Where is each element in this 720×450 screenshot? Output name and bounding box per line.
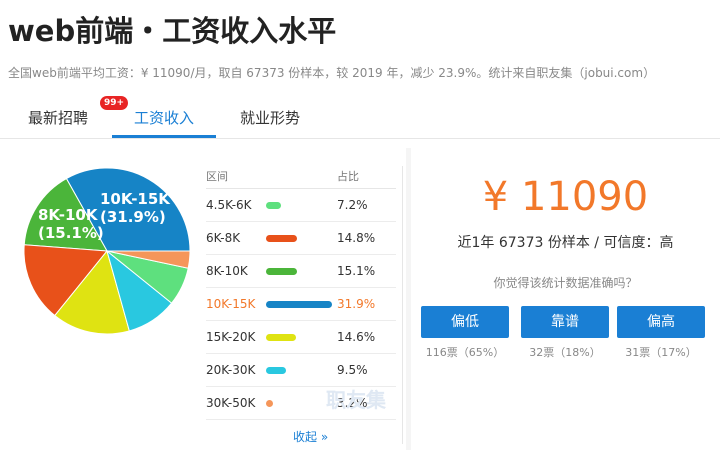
- table-header: 区间 占比: [206, 166, 396, 189]
- vote-low-count: 116票（65%）: [425, 346, 505, 359]
- row-bar: [266, 301, 332, 308]
- tab-bar: 最新招聘 99+ 工资收入 就业形势: [0, 96, 720, 139]
- row-percent: 31.9%: [337, 297, 376, 311]
- tab-label: 工资收入: [133, 109, 194, 127]
- row-range: 30K-50K: [206, 396, 256, 410]
- row-bar: [266, 202, 281, 209]
- vote-accurate-button[interactable]: 靠谱: [521, 306, 609, 338]
- row-bar: [266, 334, 296, 341]
- page-subtitle: 全国web前端平均工资：¥ 11090/月，取自 67373 份样本，较 201…: [8, 66, 656, 80]
- table-row: 6K-8K 14.8%: [206, 222, 396, 255]
- collapse-link[interactable]: 收起 »: [293, 428, 328, 445]
- table-row: 10K-15K 31.9%: [206, 288, 396, 321]
- vote-high-button[interactable]: 偏高: [617, 306, 705, 338]
- table-row: 15K-20K 14.6%: [206, 321, 396, 354]
- salary-panel: 10K-15K (31.9%) 8K-10K (15.1%) 区间 占比 4.5…: [6, 148, 720, 450]
- row-percent: 9.5%: [337, 363, 368, 377]
- distribution-card: 10K-15K (31.9%) 8K-10K (15.1%) 区间 占比 4.5…: [6, 148, 406, 450]
- accuracy-question: 你觉得该统计数据准确吗？: [493, 276, 638, 290]
- row-percent: 7.2%: [337, 198, 368, 212]
- divider: [402, 166, 403, 444]
- row-range: 8K-10K: [206, 264, 248, 278]
- header-range: 区间: [206, 170, 228, 183]
- row-bar: [266, 400, 273, 407]
- tab-latest-jobs[interactable]: 最新招聘 99+: [14, 96, 129, 138]
- row-percent: 14.8%: [337, 231, 376, 245]
- row-percent: 14.6%: [337, 330, 376, 344]
- row-range: 6K-8K: [206, 231, 241, 245]
- row-percent: 15.1%: [337, 264, 376, 278]
- vote-low-button[interactable]: 偏低: [421, 306, 509, 338]
- summary-card: ¥ 11090 近1年 67373 份样本 / 可信度：高 你觉得该统计数据准确…: [411, 148, 720, 450]
- tab-label: 就业形势: [239, 109, 300, 127]
- watermark: 职友集: [326, 388, 386, 412]
- table-row: 4.5K-6K 7.2%: [206, 189, 396, 222]
- tab-label: 最新招聘: [27, 109, 88, 127]
- distribution-table: 区间 占比 4.5K-6K 7.2% 6K-8K 14.8% 8K-10K 15.1% 10…: [206, 166, 396, 420]
- row-bar: [266, 367, 286, 374]
- tab-salary[interactable]: 工资收入: [112, 98, 216, 138]
- header-ratio: 占比: [337, 170, 359, 183]
- row-range: 4.5K-6K: [206, 198, 252, 212]
- row-bar: [266, 235, 297, 242]
- vote-high-count: 31票（17%）: [625, 346, 697, 359]
- sample-info: 近1年 67373 份样本 / 可信度：高: [457, 235, 674, 251]
- tab-employment[interactable]: 就业形势: [226, 98, 314, 138]
- pie-label-10k-15k: 10K-15K (31.9%): [100, 190, 170, 226]
- pie-label-8k-10k: 8K-10K (15.1%): [38, 206, 104, 242]
- page-title: web前端・工资收入水平: [8, 14, 337, 48]
- row-range: 20K-30K: [206, 363, 256, 377]
- table-row: 8K-10K 15.1%: [206, 255, 396, 288]
- row-bar: [266, 268, 297, 275]
- row-range: 15K-20K: [206, 330, 256, 344]
- vote-accurate-count: 32票（18%）: [529, 346, 601, 359]
- average-salary: ¥ 11090: [482, 174, 649, 220]
- row-range: 10K-15K: [206, 297, 256, 311]
- table-row: 20K-30K 9.5%: [206, 354, 396, 387]
